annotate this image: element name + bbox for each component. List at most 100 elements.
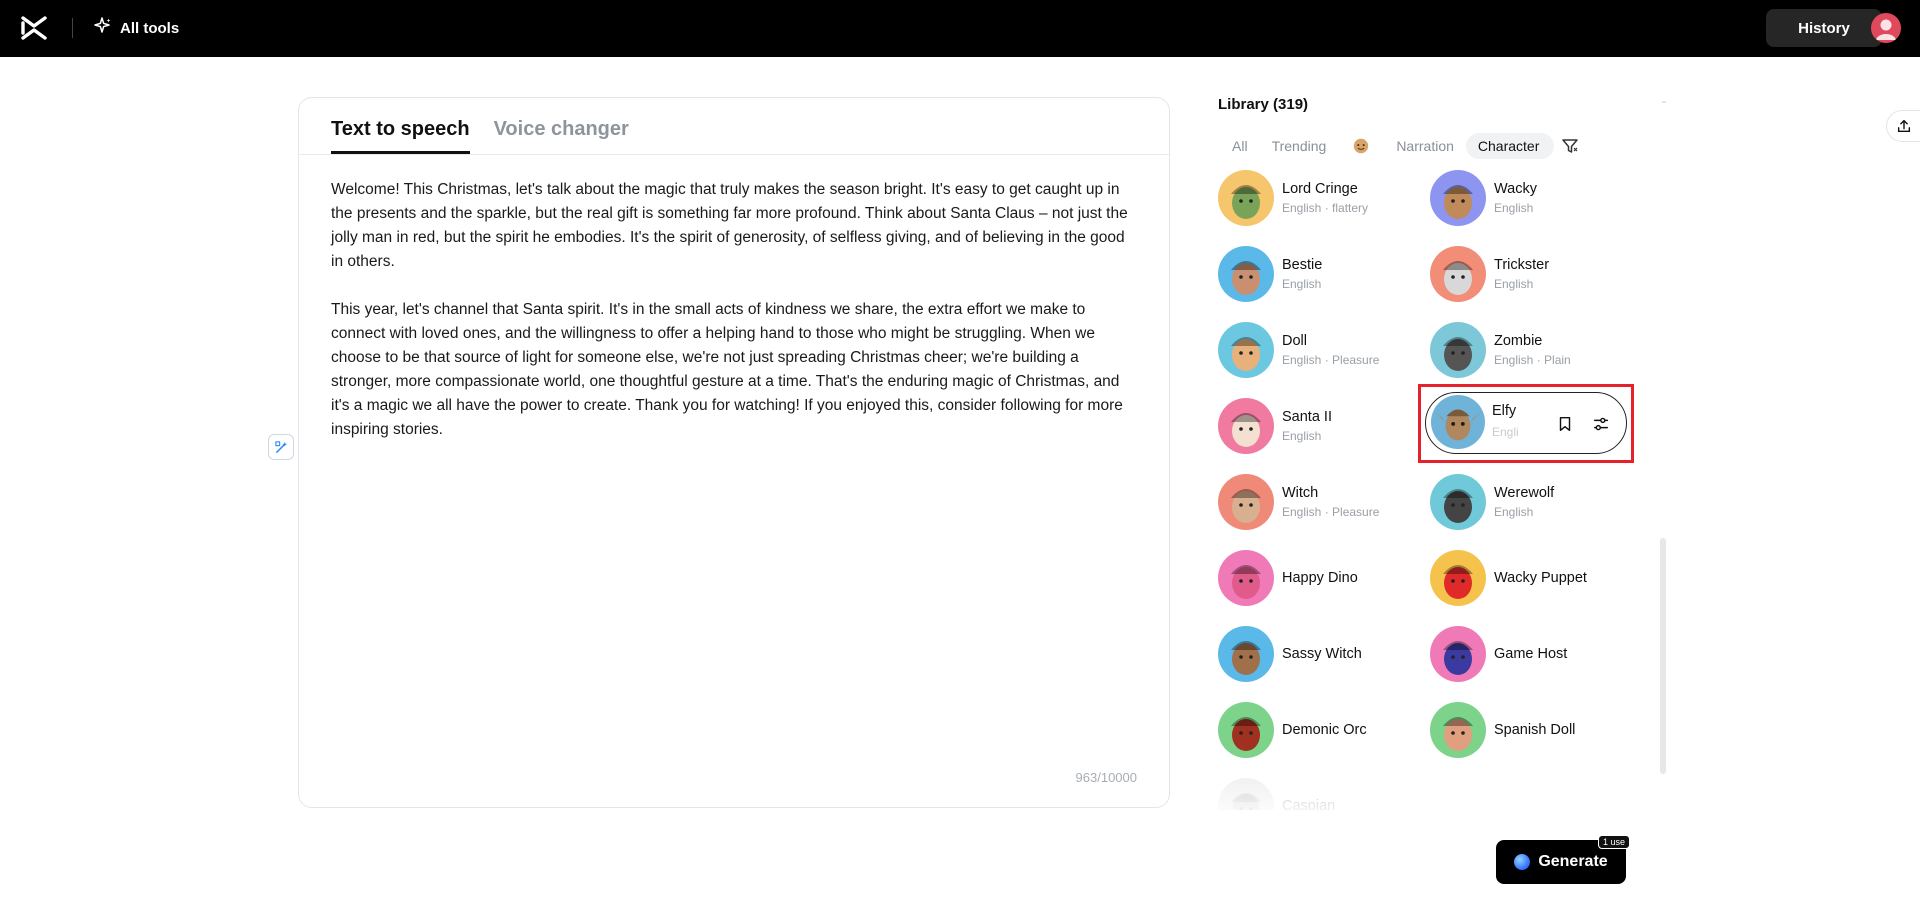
editor-card: Text to speech Voice changer Welcome! Th… bbox=[298, 97, 1170, 808]
funnel-filter-icon[interactable] bbox=[1560, 136, 1580, 156]
avatar bbox=[1218, 170, 1274, 226]
voice-card[interactable]: Sassy Witch bbox=[1218, 624, 1418, 684]
sparkle-icon bbox=[94, 17, 112, 39]
user-avatar[interactable] bbox=[1871, 13, 1901, 43]
mode-tabs: Text to speech Voice changer bbox=[331, 98, 629, 154]
voice-name: Caspian bbox=[1282, 798, 1336, 810]
voice-name: Witch bbox=[1282, 485, 1319, 501]
voice-card[interactable]: Bestie English bbox=[1218, 244, 1418, 304]
voice-card-hovered[interactable]: Elfy Engli bbox=[1425, 392, 1627, 454]
magic-edit-icon[interactable] bbox=[268, 434, 294, 460]
generate-orb-icon bbox=[1514, 854, 1531, 870]
filter-emoji-icon[interactable] bbox=[1348, 133, 1374, 159]
divider bbox=[299, 154, 1169, 155]
voice-info: Happy Dino bbox=[1282, 570, 1358, 586]
history-button[interactable]: History bbox=[1766, 9, 1882, 47]
avatar bbox=[1218, 626, 1274, 682]
voice-name: Zombie bbox=[1494, 333, 1543, 349]
settings-sliders-icon[interactable] bbox=[1590, 413, 1612, 435]
voice-name: Happy Dino bbox=[1282, 570, 1358, 586]
voice-meta: English bbox=[1282, 277, 1322, 291]
voice-info: Werewolf English bbox=[1494, 485, 1554, 519]
voice-name: Sassy Witch bbox=[1282, 646, 1362, 662]
bookmark-icon[interactable] bbox=[1554, 413, 1576, 435]
voice-info: Bestie English bbox=[1282, 257, 1322, 291]
all-tools-button[interactable]: All tools bbox=[94, 16, 179, 40]
voice-info: Sassy Witch bbox=[1282, 646, 1362, 662]
voice-name: Santa II bbox=[1282, 409, 1332, 425]
voice-info: Santa II English bbox=[1282, 409, 1332, 443]
capcut-logo-icon[interactable] bbox=[20, 15, 48, 41]
voice-card[interactable]: Spanish Doll bbox=[1430, 700, 1630, 760]
voice-info: Trickster English bbox=[1494, 257, 1549, 291]
voice-meta: English · Plain bbox=[1494, 353, 1571, 367]
avatar bbox=[1218, 550, 1274, 606]
divider bbox=[72, 18, 73, 38]
avatar bbox=[1218, 778, 1274, 810]
voice-grid: Lord Cringe English · flattery Wacky Englis… bbox=[1218, 170, 1648, 810]
avatar bbox=[1430, 322, 1486, 378]
upload-icon[interactable] bbox=[1886, 110, 1920, 142]
avatar bbox=[1430, 626, 1486, 682]
voice-card[interactable]: Witch English · Pleasure bbox=[1218, 472, 1418, 532]
voice-name: Trickster bbox=[1494, 257, 1550, 273]
library-title: Library (319) bbox=[1218, 96, 1309, 113]
avatar bbox=[1430, 170, 1486, 226]
filter-trending[interactable]: Trending bbox=[1260, 133, 1339, 159]
voice-card[interactable]: Game Host bbox=[1430, 624, 1630, 684]
voice-meta: English · flattery bbox=[1282, 201, 1369, 215]
avatar bbox=[1430, 702, 1486, 758]
voice-card[interactable]: Demonic Orc bbox=[1218, 700, 1418, 760]
tab-voice-changer[interactable]: Voice changer bbox=[494, 98, 629, 154]
filter-all[interactable]: All bbox=[1220, 133, 1260, 159]
voice-card[interactable]: Doll English · Pleasure bbox=[1218, 320, 1418, 380]
voice-card[interactable]: Lord Cringe English · flattery bbox=[1218, 170, 1418, 228]
character-counter: 963/10000 bbox=[1075, 770, 1137, 785]
voice-card[interactable]: Wacky English bbox=[1430, 170, 1630, 228]
voice-name: Lord Cringe bbox=[1282, 181, 1358, 197]
voice-name: Demonic Orc bbox=[1282, 722, 1367, 738]
voice-card[interactable]: Wacky Puppet bbox=[1430, 548, 1630, 608]
voice-info: Lord Cringe English · flattery bbox=[1282, 181, 1368, 215]
script-textarea[interactable]: Welcome! This Christmas, let's talk abou… bbox=[331, 178, 1137, 466]
voice-name: Wacky Puppet bbox=[1494, 570, 1587, 586]
voice-info: Doll English · Pleasure bbox=[1282, 333, 1379, 367]
voice-name: Spanish Doll bbox=[1494, 722, 1576, 738]
voice-card[interactable]: Santa II English bbox=[1218, 396, 1418, 456]
avatar bbox=[1218, 246, 1274, 302]
generate-label: Generate bbox=[1538, 853, 1608, 870]
voice-info: Witch English · Pleasure bbox=[1282, 485, 1379, 519]
avatar bbox=[1430, 474, 1486, 530]
voice-name: Werewolf bbox=[1494, 485, 1555, 501]
voice-card[interactable]: Happy Dino bbox=[1218, 548, 1418, 608]
voice-info: Caspian bbox=[1282, 798, 1335, 810]
scrollbar[interactable] bbox=[1660, 538, 1666, 774]
filter-narration[interactable]: Narration bbox=[1384, 133, 1466, 159]
avatar bbox=[1218, 322, 1274, 378]
voice-name: Doll bbox=[1282, 333, 1307, 349]
filter-character[interactable]: Character bbox=[1465, 133, 1554, 159]
script-paragraph: This year, let's channel that Santa spir… bbox=[331, 301, 1123, 438]
voice-meta: English bbox=[1494, 201, 1534, 215]
avatar bbox=[1218, 702, 1274, 758]
voice-card[interactable]: Trickster English bbox=[1430, 244, 1630, 304]
voice-meta: Engli bbox=[1492, 425, 1519, 439]
voice-name: Game Host bbox=[1494, 646, 1568, 662]
divider bbox=[1662, 101, 1666, 103]
voice-card[interactable]: Zombie English · Plain bbox=[1430, 320, 1630, 380]
voice-info: Wacky Puppet bbox=[1494, 570, 1587, 586]
usage-badge: 1 use bbox=[1598, 835, 1631, 849]
library-filters: All Trending Narration Character bbox=[1220, 132, 1580, 160]
voice-meta: English bbox=[1282, 429, 1322, 443]
avatar bbox=[1431, 395, 1485, 449]
avatar bbox=[1218, 474, 1274, 530]
voice-info: Zombie English · Plain bbox=[1494, 333, 1571, 367]
voice-card[interactable]: Werewolf English bbox=[1430, 472, 1630, 532]
voice-meta: English bbox=[1494, 277, 1534, 291]
all-tools-label: All tools bbox=[120, 19, 180, 37]
avatar bbox=[1430, 550, 1486, 606]
voice-info: Wacky English bbox=[1494, 181, 1537, 215]
avatar bbox=[1218, 398, 1274, 454]
tab-text-to-speech[interactable]: Text to speech bbox=[331, 98, 470, 154]
voice-card[interactable]: Caspian bbox=[1218, 776, 1418, 810]
